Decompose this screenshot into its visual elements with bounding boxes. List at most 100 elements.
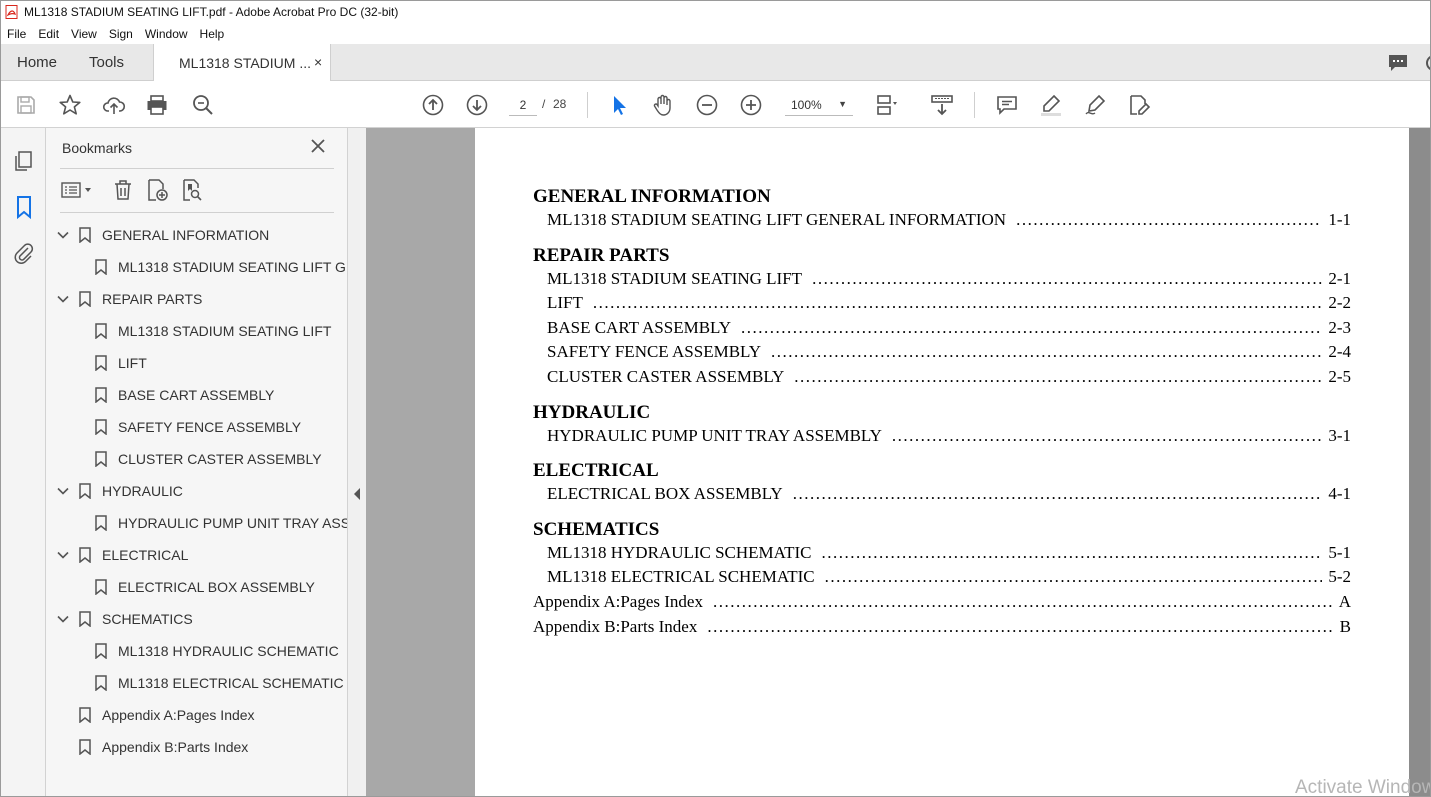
- bookmark-item[interactable]: ELECTRICAL BOX ASSEMBLY: [95, 571, 315, 603]
- collapse-panel-icon[interactable]: [353, 488, 361, 500]
- new-bookmark-icon[interactable]: [145, 178, 169, 202]
- toc-entry[interactable]: BASE CART ASSEMBLY 2-3: [533, 316, 1351, 341]
- bookmark-icon: [79, 227, 91, 243]
- chevron-down-icon[interactable]: [57, 229, 69, 241]
- toc-entry[interactable]: ML1318 HYDRAULIC SCHEMATIC 5-1: [533, 541, 1351, 566]
- toc-leader-dots: [812, 267, 1322, 292]
- menu-window[interactable]: Window: [145, 27, 188, 41]
- toc-entry-title: LIFT: [547, 293, 583, 313]
- bookmark-icon: [95, 643, 107, 659]
- close-icon[interactable]: [310, 138, 326, 154]
- menu-edit[interactable]: Edit: [38, 27, 59, 41]
- toc-entry[interactable]: CLUSTER CASTER ASSEMBLY 2-5: [533, 365, 1351, 390]
- bookmark-item[interactable]: SAFETY FENCE ASSEMBLY: [95, 411, 301, 443]
- bookmark-item[interactable]: REPAIR PARTS: [57, 283, 202, 315]
- toc-entry[interactable]: SAFETY FENCE ASSEMBLY 2-4: [533, 340, 1351, 365]
- menu-view[interactable]: View: [71, 27, 97, 41]
- page-number-input[interactable]: [509, 94, 537, 116]
- acrobat-pdf-icon: [5, 5, 18, 19]
- toc-leader-dots: [771, 340, 1322, 365]
- panel-divider: [60, 168, 334, 169]
- bookmark-item[interactable]: HYDRAULIC: [57, 475, 183, 507]
- bookmark-label: SAFETY FENCE ASSEMBLY: [118, 419, 302, 435]
- chevron-down-icon[interactable]: [57, 549, 69, 561]
- highlight-pen-icon[interactable]: [1038, 92, 1064, 118]
- tab-close-button[interactable]: ×: [314, 54, 322, 70]
- page-layout-icon[interactable]: [874, 92, 900, 118]
- search-zoom-icon[interactable]: [190, 92, 216, 118]
- zoom-in-icon[interactable]: [738, 92, 764, 118]
- previous-page-icon[interactable]: [420, 92, 446, 118]
- bookmark-item[interactable]: ML1318 STADIUM SEATING LIFT GENERAL INFO…: [95, 251, 347, 283]
- panel-divider: [60, 212, 334, 213]
- menu-sign[interactable]: Sign: [109, 27, 133, 41]
- scroll-mode-icon[interactable]: [929, 92, 955, 118]
- page-thumbnails-icon[interactable]: [12, 149, 36, 173]
- bookmark-options-icon[interactable]: [60, 178, 96, 202]
- chevron-down-icon[interactable]: [57, 485, 69, 497]
- bookmark-item[interactable]: SCHEMATICS: [57, 603, 193, 635]
- help-icon[interactable]: [1425, 53, 1431, 73]
- bookmark-item[interactable]: ML1318 STADIUM SEATING LIFT: [95, 315, 331, 347]
- bookmark-item[interactable]: Appendix A:Pages Index: [79, 699, 255, 731]
- page-separator: /: [542, 97, 546, 111]
- find-bookmark-icon[interactable]: [180, 178, 204, 202]
- toc-entry[interactable]: ELECTRICAL BOX ASSEMBLY 4-1: [533, 482, 1351, 507]
- bookmark-item[interactable]: ML1318 HYDRAULIC SCHEMATIC: [95, 635, 339, 667]
- menu-help[interactable]: Help: [200, 27, 225, 41]
- toc-entry[interactable]: ML1318 STADIUM SEATING LIFT 2-1: [533, 267, 1351, 292]
- attachments-icon[interactable]: [12, 241, 36, 265]
- bookmark-item[interactable]: GENERAL INFORMATION: [57, 219, 269, 251]
- bookmark-item[interactable]: ML1318 ELECTRICAL SCHEMATIC: [95, 667, 344, 699]
- toc-entry-appendix[interactable]: Appendix A:Pages Index A: [533, 590, 1351, 615]
- fill-sign-icon[interactable]: [1126, 92, 1152, 118]
- sign-pen-icon[interactable]: [1082, 92, 1108, 118]
- toc-entry-appendix[interactable]: Appendix B:Parts Index B: [533, 615, 1351, 640]
- bookmark-item[interactable]: CLUSTER CASTER ASSEMBLY: [95, 443, 322, 475]
- tab-home[interactable]: Home: [17, 54, 57, 71]
- zoom-dropdown[interactable]: 100% ▼: [785, 94, 853, 116]
- toc-entry-page: 2-5: [1328, 366, 1351, 386]
- cloud-upload-icon[interactable]: [101, 92, 127, 118]
- tab-document[interactable]: ML1318 STADIUM ... ×: [153, 44, 331, 81]
- toc-entry-page: A: [1338, 591, 1351, 611]
- chevron-down-icon[interactable]: [57, 293, 69, 305]
- toc-leader-dots: [1016, 208, 1322, 233]
- next-page-icon[interactable]: [464, 92, 490, 118]
- toc-leader-dots: [821, 541, 1322, 566]
- select-cursor-icon[interactable]: [606, 92, 632, 118]
- print-icon[interactable]: [144, 92, 170, 118]
- bookmark-icon: [79, 547, 91, 563]
- bookmark-item[interactable]: LIFT: [95, 347, 147, 379]
- vertical-scrollbar[interactable]: [1409, 128, 1430, 796]
- panel-splitter[interactable]: [347, 128, 366, 796]
- delete-bookmark-icon[interactable]: [111, 178, 135, 202]
- zoom-out-icon[interactable]: [694, 92, 720, 118]
- tab-bar: Home Tools ML1318 STADIUM ... ×: [1, 44, 1431, 81]
- zoom-value: 100%: [791, 97, 822, 112]
- bookmark-item[interactable]: Appendix B:Parts Index: [79, 731, 248, 763]
- bookmark-panel-icon[interactable]: [12, 195, 36, 219]
- toc-entry[interactable]: ML1318 STADIUM SEATING LIFT GENERAL INFO…: [533, 208, 1351, 233]
- toc-entry[interactable]: LIFT 2-2: [533, 291, 1351, 316]
- bookmark-item[interactable]: ELECTRICAL: [57, 539, 188, 571]
- comment-tool-icon[interactable]: [994, 92, 1020, 118]
- menu-file[interactable]: File: [7, 27, 26, 41]
- bookmark-label: CLUSTER CASTER ASSEMBLY: [118, 451, 322, 467]
- document-view[interactable]: GENERAL INFORMATION ML1318 STADIUM SEATI…: [366, 128, 1430, 796]
- chevron-down-icon[interactable]: [57, 613, 69, 625]
- bookmark-item[interactable]: HYDRAULIC PUMP UNIT TRAY ASSEMBLY: [95, 507, 347, 539]
- tab-tools[interactable]: Tools: [89, 54, 124, 71]
- toc-leader-dots: [892, 424, 1322, 449]
- bookmark-label: ML1318 STADIUM SEATING LIFT: [118, 323, 332, 339]
- bookmark-icon: [95, 323, 107, 339]
- bookmark-icon: [79, 707, 91, 723]
- save-icon[interactable]: [13, 92, 39, 118]
- comment-icon[interactable]: [1387, 53, 1409, 73]
- toc-entry[interactable]: ML1318 ELECTRICAL SCHEMATIC 5-2: [533, 565, 1351, 590]
- hand-tool-icon[interactable]: [650, 92, 676, 118]
- toc-entry[interactable]: HYDRAULIC PUMP UNIT TRAY ASSEMBLY 3-1: [533, 424, 1351, 449]
- bookmark-item[interactable]: BASE CART ASSEMBLY: [95, 379, 274, 411]
- star-icon[interactable]: [57, 92, 83, 118]
- toc-entry-title: BASE CART ASSEMBLY: [547, 317, 732, 337]
